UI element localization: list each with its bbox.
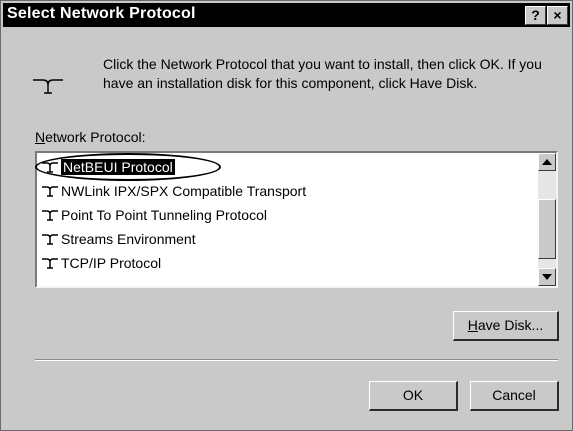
select-network-protocol-dialog: Select Network Protocol ? × Click the Ne… — [0, 0, 573, 431]
network-protocol-icon — [42, 210, 58, 221]
scroll-down-button[interactable] — [538, 268, 556, 286]
have-disk-button[interactable]: Have Disk... — [453, 311, 559, 341]
title-bar: Select Network Protocol ? × — [3, 3, 570, 27]
arrow-down-icon — [542, 274, 552, 280]
vertical-scrollbar[interactable] — [538, 153, 556, 286]
list-item-netbeui[interactable]: NetBEUI Protocol — [35, 153, 536, 181]
list-item-streams[interactable]: Streams Environment — [39, 227, 536, 251]
list-item-label: Point To Point Tunneling Protocol — [61, 207, 267, 223]
list-item-tcpip[interactable]: TCP/IP Protocol — [39, 251, 536, 275]
instruction-text: Click the Network Protocol that you want… — [103, 56, 542, 91]
ok-button[interactable]: OK — [369, 381, 458, 411]
have-disk-label: ave Disk... — [477, 317, 544, 333]
close-button[interactable]: × — [547, 6, 568, 25]
list-item-label: TCP/IP Protocol — [61, 255, 162, 271]
protocol-items: NetBEUI Protocol NWLink IPX/SPX Compatib… — [35, 153, 536, 275]
network-protocol-icon — [42, 186, 58, 197]
arrow-up-icon — [542, 159, 552, 165]
network-protocol-label: Network Protocol: — [35, 129, 146, 145]
window-title: Select Network Protocol — [7, 5, 196, 22]
cancel-button[interactable]: Cancel — [470, 381, 559, 411]
label-text: etwork Protocol: — [45, 129, 146, 145]
network-protocol-icon — [42, 162, 58, 173]
have-disk-accelerator: H — [467, 317, 478, 333]
list-item-label: NWLink IPX/SPX Compatible Transport — [61, 183, 307, 199]
list-item-label: NetBEUI Protocol — [61, 159, 175, 175]
network-protocol-list[interactable]: NetBEUI Protocol NWLink IPX/SPX Compatib… — [35, 151, 558, 288]
list-item-pptp[interactable]: Point To Point Tunneling Protocol — [39, 203, 536, 227]
network-protocol-icon — [42, 234, 58, 245]
list-item-label: Streams Environment — [61, 231, 196, 247]
label-accelerator: N — [35, 129, 46, 145]
help-button[interactable]: ? — [525, 6, 546, 25]
scroll-thumb[interactable] — [538, 199, 556, 259]
scroll-up-button[interactable] — [538, 153, 556, 171]
network-protocol-icon — [33, 79, 63, 94]
divider — [35, 359, 558, 361]
network-protocol-icon — [42, 258, 58, 269]
list-item-nwlink[interactable]: NWLink IPX/SPX Compatible Transport — [39, 179, 536, 203]
